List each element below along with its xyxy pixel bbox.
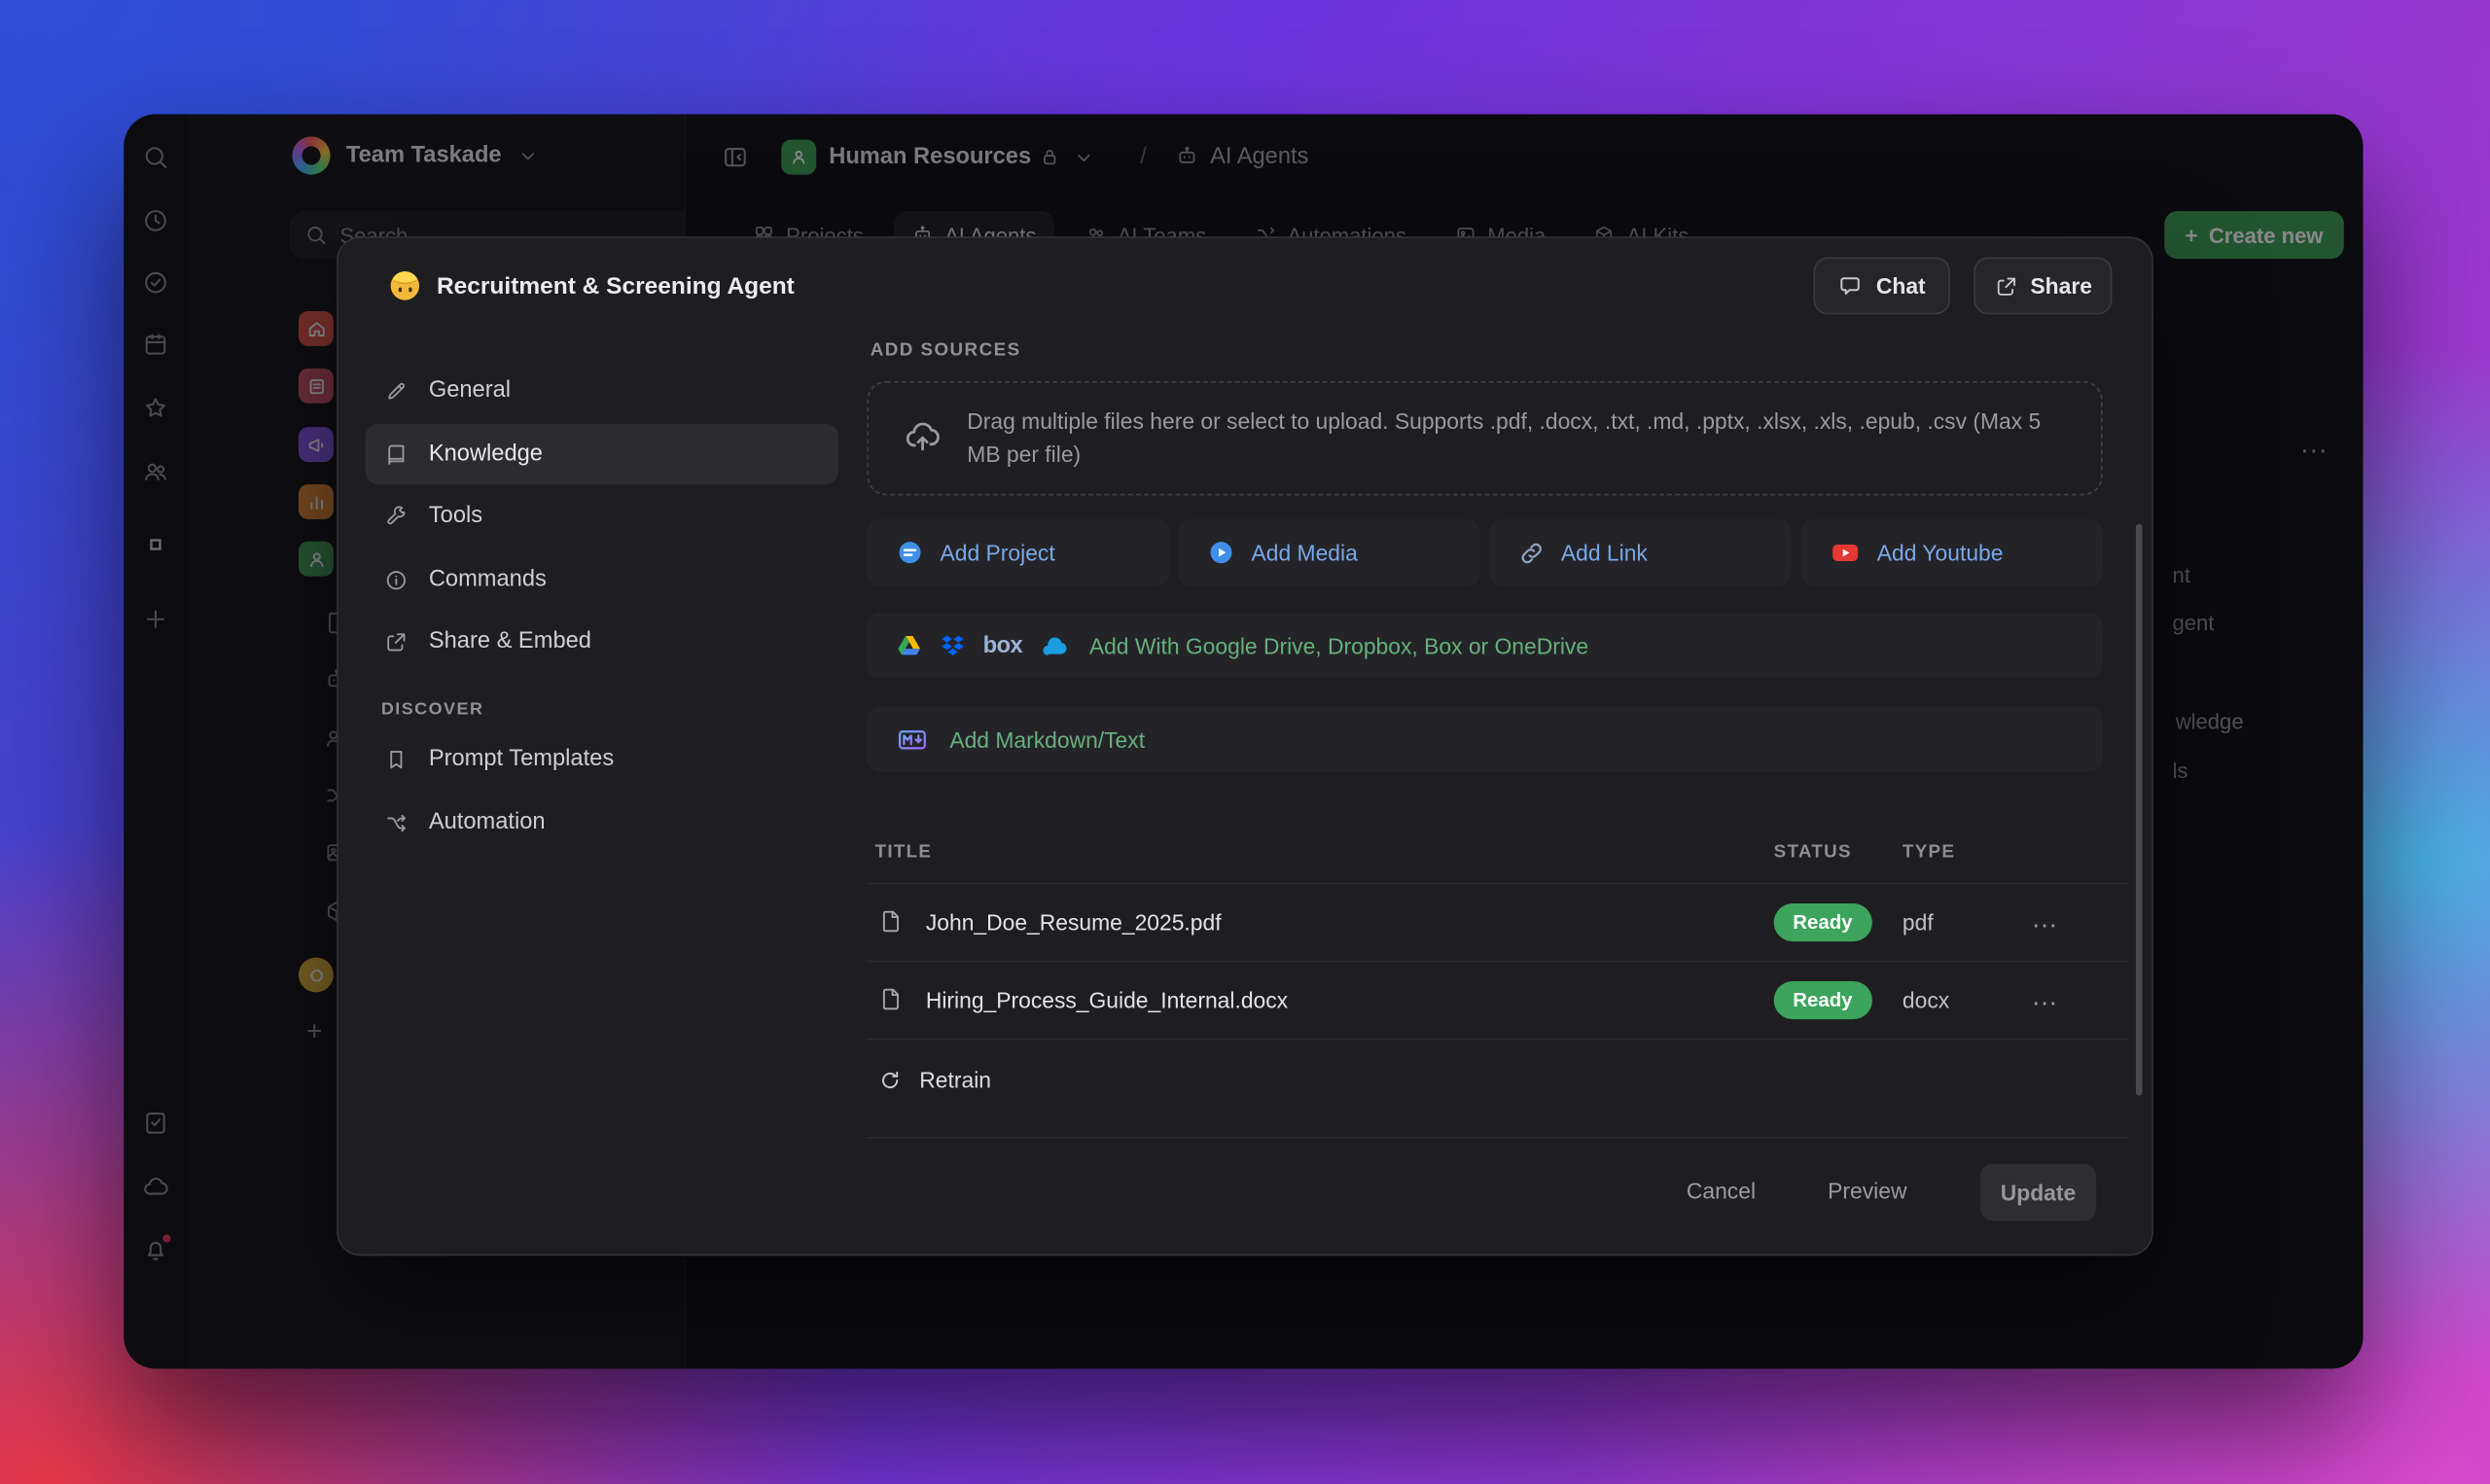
info-circle-icon	[381, 568, 409, 591]
modal-scrollbar[interactable]	[2136, 524, 2143, 1096]
modal-nav-automation[interactable]: Automation	[366, 793, 839, 853]
youtube-icon	[1830, 537, 1862, 569]
modal-nav-knowledge[interactable]: Knowledge	[366, 424, 839, 484]
row-menu-button[interactable]: …	[2031, 983, 2059, 1010]
share-arrow-icon	[381, 629, 409, 653]
markdown-icon	[896, 724, 929, 753]
update-button[interactable]: Update	[1980, 1164, 2096, 1221]
app-window: Team Taskade Home	[124, 115, 2363, 1369]
table-header-status: STATUS	[1774, 843, 1852, 863]
chat-button[interactable]: Chat	[1813, 257, 1949, 314]
modal-nav-share-embed[interactable]: Share & Embed	[366, 612, 839, 672]
cloud-integrations-label: Add With Google Drive, Dropbox, Box or O…	[1089, 633, 1588, 658]
preview-button[interactable]: Preview	[1828, 1178, 1906, 1203]
modal-nav-prompt-templates[interactable]: Prompt Templates	[366, 728, 839, 789]
table-header-title: TITLE	[875, 843, 933, 863]
modal-nav-general[interactable]: General	[366, 361, 839, 421]
file-icon	[878, 908, 904, 934]
agent-settings-modal: Recruitment & Screening Agent Chat Share…	[338, 238, 2152, 1254]
discover-section-label: DISCOVER	[381, 700, 484, 720]
modal-title: Recruitment & Screening Agent	[437, 272, 795, 300]
media-play-icon	[1207, 538, 1235, 566]
google-drive-icon	[896, 632, 923, 659]
divider	[867, 1039, 2127, 1041]
add-link-button[interactable]: Add Link	[1489, 519, 1791, 586]
add-sources-label: ADD SOURCES	[871, 341, 1021, 361]
upload-cloud-icon	[904, 419, 942, 457]
add-media-button[interactable]: Add Media	[1178, 519, 1479, 586]
dropbox-icon	[939, 633, 967, 658]
source-type: docx	[1903, 988, 1949, 1013]
agent-emoji-icon	[391, 271, 419, 300]
retrain-button[interactable]: Retrain	[878, 1067, 991, 1092]
modal-header: Recruitment & Screening Agent	[391, 271, 795, 300]
desktop-background: Team Taskade Home	[0, 0, 2490, 1484]
source-title: Hiring_Process_Guide_Internal.docx	[926, 988, 1288, 1013]
table-header-type: TYPE	[1903, 843, 1955, 863]
add-youtube-button[interactable]: Add Youtube	[1800, 519, 2102, 586]
add-source-buttons: Add Project Add Media Add Link Add Youtu…	[867, 519, 2102, 586]
onedrive-icon	[1039, 633, 1074, 658]
modal-share-button[interactable]: Share	[1974, 257, 2112, 314]
file-dropzone[interactable]: Drag multiple files here or select to up…	[867, 381, 2102, 496]
add-markdown-label: Add Markdown/Text	[949, 726, 1145, 752]
book-icon	[381, 442, 409, 466]
add-markdown-row[interactable]: Add Markdown/Text	[867, 707, 2102, 772]
divider	[867, 961, 2127, 963]
source-type: pdf	[1903, 910, 1934, 936]
divider	[867, 1137, 2127, 1139]
pencil-icon	[381, 378, 409, 402]
modal-nav-tools[interactable]: Tools	[366, 486, 839, 547]
source-title: John_Doe_Resume_2025.pdf	[926, 910, 1222, 936]
bookmark-icon	[381, 747, 409, 770]
add-project-button[interactable]: Add Project	[867, 519, 1168, 586]
refresh-icon	[878, 1068, 902, 1091]
status-badge: Ready	[1774, 903, 1871, 941]
shuffle-icon	[381, 810, 409, 833]
modal-nav-commands[interactable]: Commands	[366, 549, 839, 610]
link-icon	[1518, 539, 1546, 566]
dropzone-text: Drag multiple files here or select to up…	[967, 405, 2066, 472]
status-badge: Ready	[1774, 981, 1871, 1019]
project-icon	[896, 538, 924, 566]
cloud-integrations-row[interactable]: box Add With Google Drive, Dropbox, Box …	[867, 613, 2102, 678]
row-menu-button[interactable]: …	[2031, 905, 2059, 933]
cancel-button[interactable]: Cancel	[1687, 1178, 1756, 1203]
file-icon	[878, 986, 904, 1011]
box-icon: box	[983, 633, 1023, 658]
wrench-icon	[381, 504, 409, 527]
divider	[867, 883, 2127, 885]
